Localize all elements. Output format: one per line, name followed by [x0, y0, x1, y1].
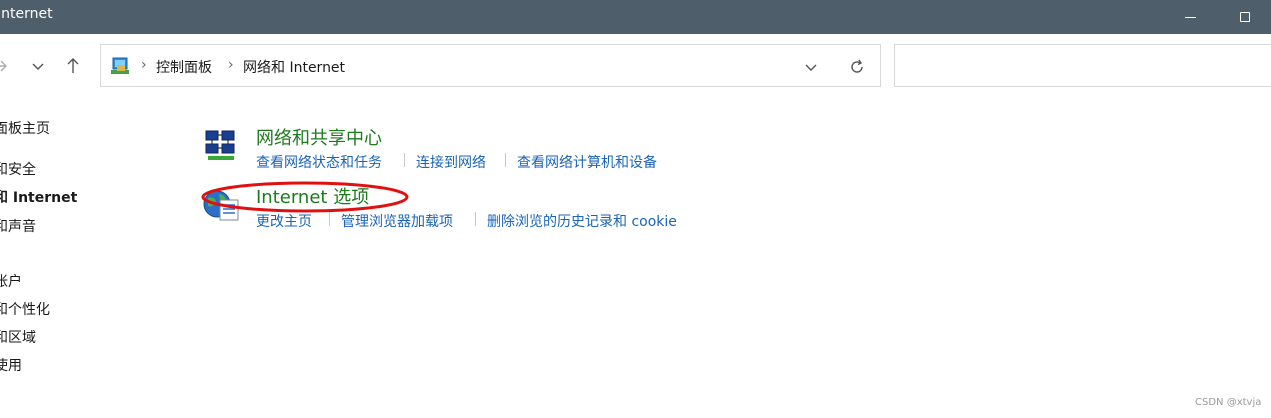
control-panel-icon: [111, 57, 129, 74]
link-divider: [505, 153, 506, 167]
forward-button[interactable]: [0, 52, 12, 80]
arrow-up-icon: [67, 58, 79, 73]
refresh-icon: [851, 59, 863, 73]
recent-locations-button[interactable]: [26, 52, 50, 80]
sidebar-item-control-panel-home[interactable]: 面板主页: [0, 118, 50, 138]
chevron-down-icon: [32, 63, 44, 70]
sidebar-item-appearance[interactable]: 和个性化: [0, 299, 50, 319]
network-sharing-icon: [205, 130, 235, 160]
annotation-ellipse: [201, 181, 409, 213]
chevron-down-icon: [805, 64, 817, 71]
breadcrumb-separator: ›: [228, 57, 234, 73]
maximize-icon: [1240, 12, 1250, 22]
arrow-right-icon: [0, 60, 7, 72]
sidebar-item-system-security[interactable]: 和安全: [0, 159, 36, 179]
category-title-network-sharing[interactable]: 网络和共享中心: [256, 124, 382, 150]
link-divider: [329, 212, 330, 226]
minimize-button[interactable]: [1167, 0, 1213, 34]
sidebar-item-ease-of-access[interactable]: 使用: [0, 355, 22, 375]
sidebar-item-clock-region[interactable]: 和区域: [0, 327, 36, 347]
sidebar-item-network-internet[interactable]: 和 Internet: [0, 187, 77, 207]
sidebar-item-user-accounts[interactable]: 帐户: [0, 271, 22, 291]
link-connect-to-network[interactable]: 连接到网络: [416, 152, 486, 172]
address-bar[interactable]: › 控制面板 › 网络和 Internet: [100, 44, 881, 87]
maximize-button[interactable]: [1222, 0, 1268, 34]
breadcrumb-control-panel[interactable]: 控制面板: [156, 57, 212, 77]
search-input[interactable]: [894, 44, 1271, 87]
minimize-icon: [1184, 16, 1196, 18]
window-title: Internet: [0, 6, 53, 22]
link-divider: [404, 153, 405, 167]
address-dropdown-button[interactable]: [801, 57, 821, 77]
up-button[interactable]: [61, 52, 85, 80]
link-manage-addons[interactable]: 管理浏览器加载项: [341, 211, 453, 231]
link-view-network-computers[interactable]: 查看网络计算机和设备: [517, 152, 657, 172]
refresh-button[interactable]: [847, 57, 867, 77]
title-bar: Internet: [0, 0, 1271, 34]
breadcrumb-network-internet[interactable]: 网络和 Internet: [243, 57, 345, 77]
link-view-network-status[interactable]: 查看网络状态和任务: [256, 152, 382, 172]
breadcrumb-separator: ›: [141, 57, 147, 73]
link-delete-browsing-history[interactable]: 删除浏览的历史记录和 cookie: [487, 211, 677, 231]
link-change-homepage[interactable]: 更改主页: [256, 211, 312, 231]
sidebar-item-hardware-sound[interactable]: 和声音: [0, 216, 36, 236]
watermark: CSDN @xtvja: [1195, 397, 1262, 408]
link-divider: [475, 212, 476, 226]
